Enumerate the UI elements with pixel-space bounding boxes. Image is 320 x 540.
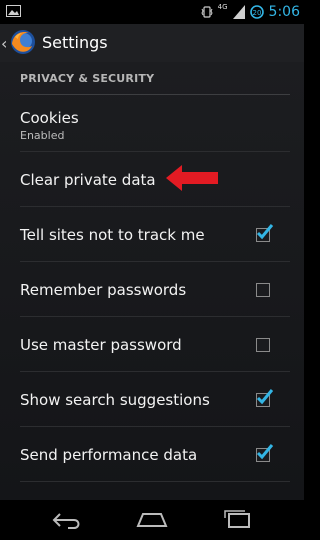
setting-title: Use master password <box>20 336 182 354</box>
setting-title: Remember passwords <box>20 281 187 299</box>
network-type-label: 4G <box>217 3 228 11</box>
setting-title: Cookies <box>20 109 79 127</box>
setting-row-clear-private-data[interactable]: Clear private data <box>0 153 304 207</box>
remember-passwords-checkbox[interactable] <box>256 283 270 297</box>
home-icon[interactable] <box>135 510 169 530</box>
up-navigation-chevron-icon[interactable]: ‹ <box>1 34 7 53</box>
alarm-sync-icon: 20 <box>249 5 264 19</box>
setting-row-performance-data[interactable]: Send performance data <box>0 428 304 482</box>
setting-summary: Enabled <box>20 129 65 142</box>
gallery-notification-icon <box>6 5 21 17</box>
setting-row-cookies[interactable]: Cookies Enabled <box>0 98 304 152</box>
setting-row-master-password[interactable]: Use master password <box>0 318 304 372</box>
setting-title: Send performance data <box>20 446 198 464</box>
divider <box>20 371 290 372</box>
status-time: 5:06 <box>268 4 300 20</box>
setting-row-search-suggestions[interactable]: Show search suggestions <box>0 373 304 427</box>
checkmark-icon <box>256 444 274 460</box>
setting-title: Tell sites not to track me <box>20 226 205 244</box>
divider <box>20 261 290 262</box>
page-title: Settings <box>42 33 108 52</box>
divider <box>20 481 290 482</box>
master-password-checkbox[interactable] <box>256 338 270 352</box>
settings-list: PRIVACY & SECURITY Cookies Enabled Clear… <box>0 62 304 500</box>
annotation-arrow-icon <box>166 165 218 191</box>
setting-title: Show search suggestions <box>20 391 210 409</box>
signal-icon <box>232 5 245 19</box>
setting-row-do-not-track[interactable]: Tell sites not to track me <box>0 208 304 262</box>
status-bar: 4G 20 5:06 <box>0 0 304 24</box>
navigation-bar <box>0 500 304 540</box>
divider <box>20 316 290 317</box>
checkmark-icon <box>256 389 274 405</box>
section-header-privacy: PRIVACY & SECURITY <box>20 72 290 95</box>
recent-apps-icon[interactable] <box>220 510 254 530</box>
checkmark-icon <box>256 224 274 240</box>
action-bar: ‹ Settings <box>0 24 304 63</box>
firefox-logo-icon[interactable] <box>9 28 37 56</box>
divider <box>20 426 290 427</box>
svg-text:20: 20 <box>252 9 261 17</box>
divider <box>20 206 290 207</box>
vibrate-icon <box>201 6 213 18</box>
back-icon[interactable] <box>50 510 84 530</box>
divider <box>20 151 290 152</box>
setting-row-remember-passwords[interactable]: Remember passwords <box>0 263 304 317</box>
setting-title: Clear private data <box>20 171 156 189</box>
